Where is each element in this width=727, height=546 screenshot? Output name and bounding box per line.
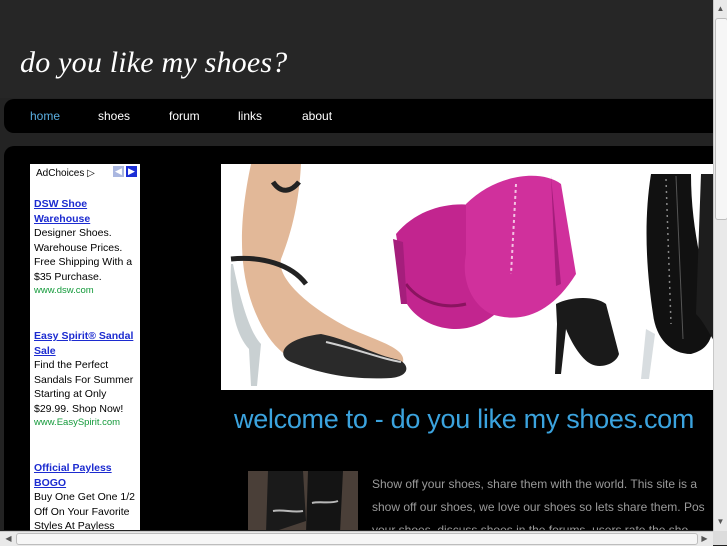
ad-url-link[interactable]: www.EasySpirit.com bbox=[34, 416, 136, 431]
intro-line: Show off your shoes, share them with the… bbox=[372, 477, 698, 491]
ad-text: $35 Purchase. bbox=[34, 270, 102, 283]
hero-shoes-image bbox=[221, 164, 713, 390]
intro-text: Show off your shoes, share them with the… bbox=[372, 473, 713, 530]
shoe-thumbnail[interactable] bbox=[248, 471, 358, 530]
ad-title-link[interactable]: Warehouse bbox=[34, 212, 136, 227]
site-header: do you like my shoes? bbox=[0, 0, 713, 98]
ad-text: Free Shipping With a bbox=[34, 256, 133, 268]
scrollbar-corner bbox=[713, 531, 727, 545]
ad-text: $29.99. Shop Now! bbox=[34, 402, 124, 415]
ad-text: Designer Shoes. bbox=[34, 227, 112, 239]
ad-text: Buy One Get One 1/2 bbox=[34, 491, 135, 503]
ad-item: DSW Shoe Warehouse Designer Shoes. Wareh… bbox=[34, 197, 136, 299]
ad-next-icon[interactable]: ▶ bbox=[126, 166, 137, 177]
ad-item: Easy Spirit® Sandal Sale Find the Perfec… bbox=[34, 329, 136, 431]
ad-choices-label[interactable]: AdChoices ▷ bbox=[36, 168, 95, 179]
vertical-scroll-thumb[interactable] bbox=[715, 18, 727, 220]
ad-url-link[interactable]: www.dsw.com bbox=[34, 284, 136, 299]
ad-text: Find the Perfect bbox=[34, 359, 109, 371]
main-nav: home shoes forum links about bbox=[4, 99, 713, 133]
horizontal-scroll-thumb[interactable] bbox=[16, 533, 698, 545]
ad-title-link[interactable]: Sale bbox=[34, 344, 136, 359]
shoes-illustration bbox=[221, 164, 713, 390]
nav-home[interactable]: home bbox=[30, 109, 60, 123]
nav-shoes[interactable]: shoes bbox=[98, 109, 130, 123]
site-title[interactable]: do you like my shoes? bbox=[20, 46, 287, 80]
scroll-left-icon[interactable]: ◀ bbox=[2, 532, 15, 545]
nav-about[interactable]: about bbox=[302, 109, 332, 123]
scroll-right-icon[interactable]: ▶ bbox=[698, 532, 711, 545]
ad-text: Off On Your Favorite bbox=[34, 505, 130, 518]
welcome-heading: welcome to - do you like my shoes.com bbox=[234, 404, 695, 434]
ad-item: Official Payless BOGO Buy One Get One 1/… bbox=[34, 461, 136, 530]
scroll-up-icon[interactable]: ▲ bbox=[714, 2, 727, 15]
ad-text: Sandals For Summer bbox=[34, 373, 134, 386]
intro-line: your shoes, discuss shoes in the forums,… bbox=[372, 523, 689, 530]
nav-links[interactable]: links bbox=[238, 109, 262, 123]
ad-sidebar: AdChoices ▷ ◀ ▶ DSW Shoe Warehouse Desig… bbox=[30, 164, 140, 530]
vertical-scrollbar[interactable]: ▲ ▼ bbox=[713, 0, 727, 531]
horizontal-scrollbar[interactable]: ◀ ▶ bbox=[0, 531, 713, 546]
ad-title-link[interactable]: BOGO bbox=[34, 476, 136, 491]
ad-text: Warehouse Prices. bbox=[34, 241, 123, 254]
ad-title-link[interactable]: Easy Spirit® Sandal bbox=[34, 329, 136, 344]
scroll-down-icon[interactable]: ▼ bbox=[714, 515, 727, 528]
boots-thumbnail-image bbox=[248, 471, 358, 530]
intro-line: show off our shoes, we love our shoes so… bbox=[372, 500, 705, 514]
ad-title-link[interactable]: DSW Shoe bbox=[34, 197, 136, 212]
ad-title-link[interactable]: Official Payless bbox=[34, 461, 136, 476]
nav-forum[interactable]: forum bbox=[169, 109, 200, 123]
content-area: AdChoices ▷ ◀ ▶ DSW Shoe Warehouse Desig… bbox=[4, 146, 713, 530]
ad-text: Styles At Payless bbox=[34, 520, 115, 530]
ad-text: Starting at Only bbox=[34, 388, 107, 400]
ad-prev-icon[interactable]: ◀ bbox=[113, 166, 124, 177]
